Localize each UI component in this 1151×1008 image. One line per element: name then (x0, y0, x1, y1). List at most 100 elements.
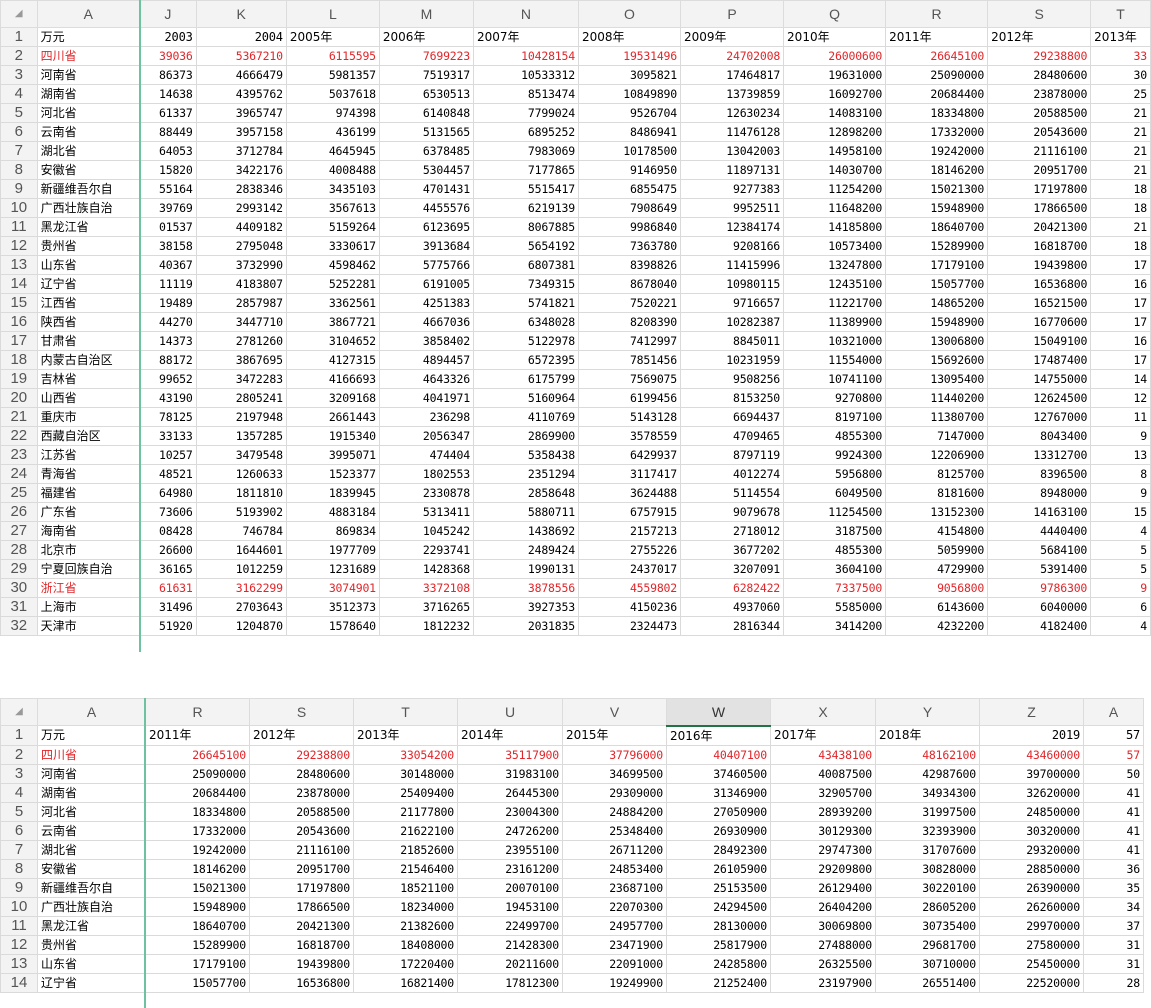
cell[interactable]: 3187500 (783, 521, 887, 541)
cell[interactable]: 57 (1083, 744, 1144, 765)
cell[interactable]: 14755000 (987, 369, 1092, 389)
cell[interactable]: 4666479 (195, 65, 287, 85)
cell[interactable]: 39769 (139, 198, 197, 218)
cell[interactable]: 西藏自治区 (36, 426, 141, 446)
cell[interactable]: 16536800 (249, 972, 354, 993)
cell[interactable]: 6040000 (987, 597, 1092, 617)
cell[interactable]: 河北省 (37, 801, 146, 822)
cell[interactable]: 19453100 (457, 896, 563, 917)
cell[interactable]: 3372108 (378, 578, 474, 598)
cell[interactable]: 8513474 (472, 84, 579, 104)
cell[interactable]: 4894457 (378, 350, 474, 370)
cell[interactable]: 18 (1090, 179, 1151, 199)
cell[interactable]: 6855475 (577, 179, 682, 199)
cell[interactable]: 34 (1083, 896, 1144, 917)
cell[interactable]: 江苏省 (36, 445, 141, 465)
cell[interactable]: 14185800 (783, 217, 887, 237)
cell[interactable]: 3095821 (577, 65, 682, 85)
cell[interactable]: 1204870 (195, 616, 287, 636)
cell[interactable]: 2661443 (285, 407, 380, 427)
row-number[interactable]: 15 (0, 293, 38, 313)
row-number[interactable]: 30 (0, 578, 38, 598)
cell[interactable]: 21116100 (249, 839, 354, 860)
cell[interactable]: 1915340 (285, 426, 380, 446)
cell[interactable]: 13006800 (885, 331, 989, 351)
cell[interactable]: 6115595 (285, 46, 380, 66)
cell[interactable]: 9 (1090, 483, 1151, 503)
cell[interactable]: 2012年 (249, 725, 354, 746)
cell[interactable]: 20070100 (457, 877, 563, 898)
cell[interactable]: 7908649 (577, 198, 682, 218)
cell[interactable]: 2858648 (472, 483, 579, 503)
cell[interactable]: 8396500 (987, 464, 1092, 484)
data-grid[interactable]: ◢ A R S T U V W X Y Z A 1 万元 2011年 2012年 2013年 2014年 2015… (0, 698, 1144, 993)
row-number[interactable]: 6 (0, 820, 38, 841)
cell[interactable]: 34934300 (875, 782, 980, 803)
cell[interactable]: 13312700 (987, 445, 1092, 465)
cell[interactable]: 7412997 (577, 331, 682, 351)
cell[interactable]: 2795048 (195, 236, 287, 256)
cell[interactable]: 3927353 (472, 597, 579, 617)
cell[interactable]: 2718012 (680, 521, 785, 541)
cell[interactable]: 2012年 (987, 27, 1092, 47)
column-header[interactable]: T (1090, 0, 1151, 28)
cell[interactable]: 19439800 (987, 255, 1092, 275)
cell[interactable]: 31983100 (457, 763, 563, 784)
cell[interactable]: 41 (1083, 801, 1144, 822)
cell[interactable]: 869834 (285, 521, 380, 541)
cell[interactable]: 河南省 (37, 763, 146, 784)
cell[interactable]: 17464817 (680, 65, 785, 85)
cell[interactable]: 5 (1090, 540, 1151, 560)
cell[interactable]: 万元 (36, 27, 141, 47)
cell[interactable]: 7569075 (577, 369, 682, 389)
cell[interactable]: 99652 (139, 369, 197, 389)
cell[interactable]: 福建省 (36, 483, 141, 503)
cell[interactable]: 11254500 (783, 502, 887, 522)
cell[interactable]: 25090000 (145, 763, 250, 784)
cell[interactable]: 18234000 (353, 896, 458, 917)
cell[interactable]: 2014年 (457, 725, 563, 746)
row-number[interactable]: 32 (0, 616, 38, 636)
cell[interactable]: 23878000 (249, 782, 354, 803)
cell[interactable]: 2437017 (577, 559, 682, 579)
row-number[interactable]: 20 (0, 388, 38, 408)
cell[interactable]: 29320000 (979, 839, 1084, 860)
cell[interactable]: 10428154 (472, 46, 579, 66)
cell[interactable]: 14163100 (987, 502, 1092, 522)
cell[interactable]: 3957158 (195, 122, 287, 142)
cell[interactable]: 28130000 (666, 915, 771, 936)
cell[interactable]: 9277383 (680, 179, 785, 199)
cell[interactable]: 31496 (139, 597, 197, 617)
cell[interactable]: 15021300 (885, 179, 989, 199)
row-number[interactable]: 2 (0, 744, 38, 765)
cell[interactable]: 44270 (139, 312, 197, 332)
cell[interactable]: 4455576 (378, 198, 474, 218)
cell[interactable]: 31 (1083, 953, 1144, 974)
cell[interactable]: 15692600 (885, 350, 989, 370)
cell[interactable]: 73606 (139, 502, 197, 522)
cell[interactable]: 37460500 (666, 763, 771, 784)
row-number[interactable]: 11 (0, 217, 38, 237)
cell[interactable]: 湖南省 (37, 782, 146, 803)
cell[interactable]: 2007年 (472, 27, 579, 47)
cell[interactable]: 86373 (139, 65, 197, 85)
cell[interactable]: 12435100 (783, 274, 887, 294)
cell[interactable]: 3677202 (680, 540, 785, 560)
cell[interactable]: 50 (1083, 763, 1144, 784)
cell[interactable]: 广西壮族自治 (37, 896, 146, 917)
cell[interactable]: 3422176 (195, 160, 287, 180)
cell[interactable]: 辽宁省 (37, 972, 146, 993)
cell[interactable]: 8678040 (577, 274, 682, 294)
cell[interactable]: 2330878 (378, 483, 474, 503)
cell[interactable]: 20211600 (457, 953, 563, 974)
cell[interactable]: 43460000 (979, 744, 1084, 765)
cell[interactable]: 11254200 (783, 179, 887, 199)
cell[interactable]: 28850000 (979, 858, 1084, 879)
column-header[interactable]: N (472, 0, 579, 28)
cell[interactable]: 6895252 (472, 122, 579, 142)
cell[interactable]: 15289900 (145, 934, 250, 955)
cell[interactable]: 3330617 (285, 236, 380, 256)
cell[interactable]: 4008488 (285, 160, 380, 180)
row-number[interactable]: 9 (0, 179, 38, 199)
cell[interactable]: 4182400 (987, 616, 1092, 636)
